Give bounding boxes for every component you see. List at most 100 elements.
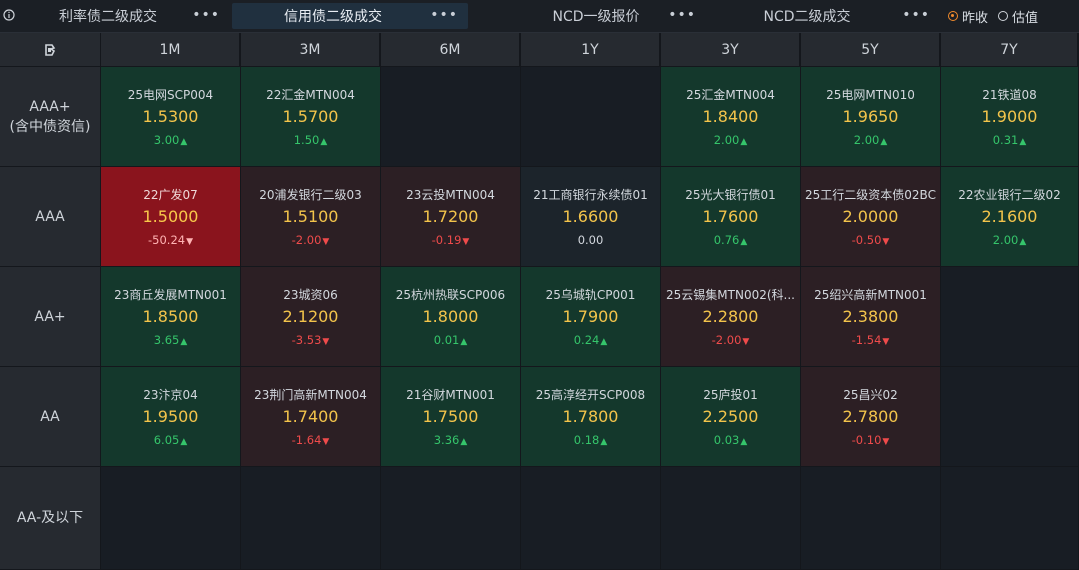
arrow-down-icon: ▼ xyxy=(882,337,890,347)
radio-option-2[interactable]: 估值 xyxy=(998,7,1038,26)
tab-bar: 利率债二级成交 ••• 信用债二级成交 ••• NCD一级报价 ••• NCD二级成交 •••… xyxy=(0,0,1079,33)
tab-2[interactable]: 信用债二级成交 ••• xyxy=(232,3,468,29)
bond-change: 6.05▲ xyxy=(101,433,240,447)
bond-quote-cell[interactable]: 22农业银行二级02 2.1600 2.00▲ xyxy=(941,167,1078,266)
bond-yield: 1.5000 xyxy=(142,207,199,226)
bond-name: 20浦发银行二级03 xyxy=(259,188,362,202)
info-circle-icon[interactable] xyxy=(2,8,16,22)
bond-quote-cell[interactable]: 20浦发银行二级03 1.5100 -2.00▼ xyxy=(241,167,380,266)
price-basis-radio-group: 昨收 估值 xyxy=(948,7,1038,26)
bond-yield: 1.8400 xyxy=(702,107,759,126)
bond-quote-cell[interactable]: 21工商银行永续债01 1.6600 0.00 xyxy=(521,167,660,266)
bond-quote-cell[interactable]: 21铁道08 1.9000 0.31▲ xyxy=(941,67,1078,166)
bond-quote-cell[interactable]: 25汇金MTN004 1.8400 2.00▲ xyxy=(661,67,800,166)
rating-tenor-grid: 1M 3M 6M 1Y 3Y 5Y 7Y AAA+ (含中债资信) 25电网SCP004 1.530… xyxy=(0,33,1079,570)
bond-quote-cell[interactable]: 23汴京04 1.9500 6.05▲ xyxy=(101,367,240,466)
radio-button-icon[interactable] xyxy=(998,11,1009,21)
bond-yield: 1.9000 xyxy=(981,107,1038,126)
bond-yield: 1.5100 xyxy=(282,207,339,226)
arrow-down-icon: ▼ xyxy=(882,437,890,447)
bond-name: 25昌兴02 xyxy=(843,388,898,402)
change-value: -0.50 xyxy=(851,233,882,247)
bond-quote-cell[interactable]: 25电网SCP004 1.5300 3.00▲ xyxy=(101,67,240,166)
bond-yield: 1.6600 xyxy=(562,207,619,226)
bond-yield: 1.7500 xyxy=(422,407,479,426)
more-dots-icon[interactable]: ••• xyxy=(192,8,220,22)
bond-name: 23城资06 xyxy=(283,288,338,302)
arrow-up-icon: ▲ xyxy=(460,337,468,347)
change-value: -2.00 xyxy=(291,233,322,247)
tab-3[interactable]: NCD一级报价 ••• xyxy=(520,3,706,29)
bond-quote-cell[interactable]: 25杭州热联SCP006 1.8000 0.01▲ xyxy=(381,267,520,366)
bond-change: 3.36▲ xyxy=(381,433,520,447)
bond-quote-cell[interactable]: 25乌城轨CP001 1.7900 0.24▲ xyxy=(521,267,660,366)
more-dots-icon[interactable]: ••• xyxy=(668,8,696,22)
arrow-up-icon: ▲ xyxy=(880,137,888,147)
bond-yield: 2.3800 xyxy=(842,307,899,326)
column-header-5y[interactable]: 5Y xyxy=(801,33,940,66)
column-header-6m[interactable]: 6M xyxy=(381,33,520,66)
tab-1[interactable]: 利率债二级成交 ••• xyxy=(20,3,230,29)
bond-quote-cell[interactable]: 25庐投01 2.2500 0.03▲ xyxy=(661,367,800,466)
arrow-up-icon: ▲ xyxy=(740,437,748,447)
empty-cell xyxy=(801,467,940,569)
bond-quote-cell[interactable]: 23商丘发展MTN001 1.8500 3.65▲ xyxy=(101,267,240,366)
bond-quote-cell[interactable]: 23荆门高新MTN004 1.7400 -1.64▼ xyxy=(241,367,380,466)
change-value: 0.01 xyxy=(433,333,460,347)
column-header-3y[interactable]: 3Y xyxy=(661,33,800,66)
rating-label: (含中债资信) xyxy=(9,118,91,135)
bond-quote-cell[interactable]: 25光大银行债01 1.7600 0.76▲ xyxy=(661,167,800,266)
bond-quote-cell[interactable]: 23云投MTN004 1.7200 -0.19▼ xyxy=(381,167,520,266)
bond-quote-cell[interactable]: 25高淳经开SCP008 1.7800 0.18▲ xyxy=(521,367,660,466)
radio-label: 估值 xyxy=(1012,10,1039,26)
bond-quote-cell[interactable]: 25电网MTN010 1.9650 2.00▲ xyxy=(801,67,940,166)
column-header-3m[interactable]: 3M xyxy=(241,33,380,66)
bond-quote-cell[interactable]: 22广发07 1.5000 -50.24▼ xyxy=(101,167,240,266)
tab-4[interactable]: NCD二级成交 ••• xyxy=(708,3,940,29)
change-value: -2.00 xyxy=(711,333,742,347)
bond-change: 3.00▲ xyxy=(101,133,240,147)
bond-quote-cell[interactable]: 22汇金MTN004 1.5700 1.50▲ xyxy=(241,67,380,166)
bond-quote-cell[interactable]: 25工行二级资本债02BC 2.0000 -0.50▼ xyxy=(801,167,940,266)
column-header-1m[interactable]: 1M xyxy=(101,33,240,66)
more-dots-icon[interactable]: ••• xyxy=(902,8,930,22)
bond-quote-cell[interactable]: 25云锡集MTN002(科... 2.2800 -2.00▼ xyxy=(661,267,800,366)
bond-yield: 1.5700 xyxy=(282,107,339,126)
bond-change: 2.00▲ xyxy=(661,133,800,147)
bond-name: 25高淳经开SCP008 xyxy=(535,388,646,402)
change-value: 6.05 xyxy=(153,433,180,447)
arrow-up-icon: ▲ xyxy=(180,137,188,147)
bond-change: 1.50▲ xyxy=(241,133,380,147)
change-value: 1.50 xyxy=(293,133,320,147)
bond-change: -50.24▼ xyxy=(101,233,240,247)
bond-name: 25乌城轨CP001 xyxy=(545,288,636,302)
arrow-up-icon: ▲ xyxy=(180,337,188,347)
column-header-1y[interactable]: 1Y xyxy=(521,33,660,66)
bond-name: 25绍兴高新MTN001 xyxy=(814,288,927,302)
arrow-up-icon: ▲ xyxy=(1019,237,1027,247)
arrow-down-icon: ▼ xyxy=(322,437,330,447)
radio-label: 昨收 xyxy=(962,10,989,26)
bond-change: -0.50▼ xyxy=(801,233,940,247)
bond-yield: 1.8500 xyxy=(142,307,199,326)
arrow-up-icon: ▲ xyxy=(600,437,608,447)
column-header-7y[interactable]: 7Y xyxy=(941,33,1078,66)
empty-cell xyxy=(381,67,520,166)
rating-label: AA-及以下 xyxy=(16,510,84,526)
bond-change: 2.00▲ xyxy=(941,233,1078,247)
bond-quote-cell[interactable]: 21谷财MTN001 1.7500 3.36▲ xyxy=(381,367,520,466)
bond-name: 25庐投01 xyxy=(703,388,758,402)
bond-matrix-panel: 利率债二级成交 ••• 信用债二级成交 ••• NCD一级报价 ••• NCD二级成交 •••… xyxy=(0,0,1079,570)
bond-change: 0.00 xyxy=(521,233,660,247)
radio-option-1[interactable]: 昨收 xyxy=(948,7,988,26)
radio-button-icon[interactable] xyxy=(948,11,958,21)
bond-change: 0.03▲ xyxy=(661,433,800,447)
bond-quote-cell[interactable]: 23城资06 2.1200 -3.53▼ xyxy=(241,267,380,366)
empty-cell xyxy=(101,467,240,569)
bond-quote-cell[interactable]: 25昌兴02 2.7800 -0.10▼ xyxy=(801,367,940,466)
arrow-up-icon: ▲ xyxy=(180,437,188,447)
tab-label: NCD一级报价 xyxy=(552,9,640,25)
more-dots-icon[interactable]: ••• xyxy=(430,8,458,22)
bond-name: 25云锡集MTN002(科... xyxy=(666,288,795,302)
bond-quote-cell[interactable]: 25绍兴高新MTN001 2.3800 -1.54▼ xyxy=(801,267,940,366)
